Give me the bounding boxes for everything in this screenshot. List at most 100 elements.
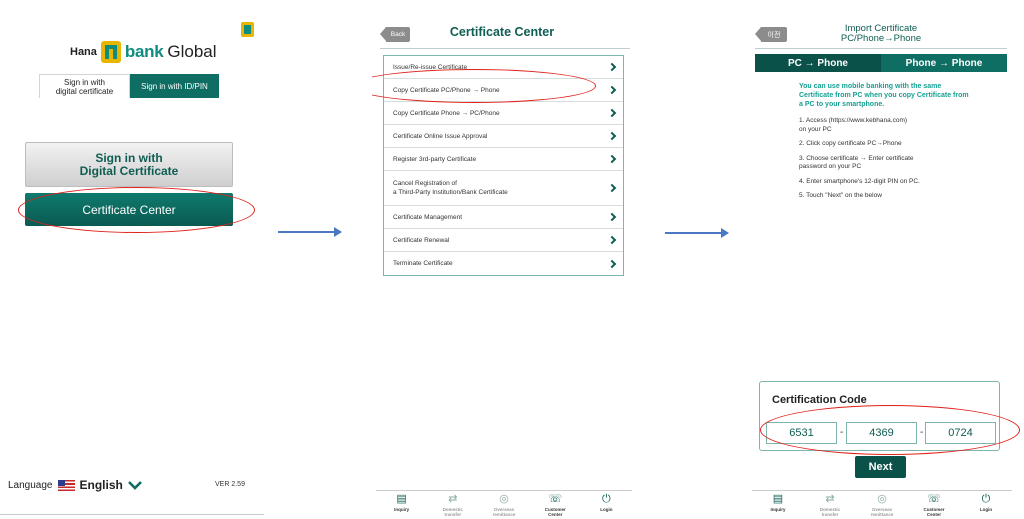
step-item: 5. Touch "Next" on the below [799, 192, 882, 199]
menu-item-online-approval[interactable]: Certificate Online Issue Approval [384, 125, 623, 148]
header-divider [755, 48, 1007, 49]
page-title: Import Certificate PC/Phone→Phone [812, 24, 950, 44]
flow-arrow-1 [278, 227, 342, 237]
nav-label: Domestic transfer [819, 507, 841, 517]
certificate-menu: Issue/Re-issue Certificate Copy Certific… [383, 55, 624, 276]
certificate-center-screen: Back Certificate Center Issue/Re-issue C… [372, 0, 636, 519]
menu-item-management[interactable]: Certificate Management [384, 206, 623, 229]
login-screen: Hana bank Global Sign in with digital ce… [0, 0, 264, 519]
chevron-right-icon [607, 259, 617, 268]
power-icon: ⏻ [602, 493, 611, 505]
flow-arrow-2 [665, 228, 729, 238]
step-item: 2. Click copy certificate PC→Phone [799, 140, 902, 147]
customer-center-icon: ☏ [548, 493, 563, 505]
menu-item-issue[interactable]: Issue/Re-issue Certificate [384, 56, 623, 79]
menu-item-terminate[interactable]: Terminate Certificate [384, 252, 623, 275]
menu-item-cancel-registration[interactable]: Cancel Registration of a Third-Party Ins… [384, 171, 623, 206]
language-label: Language [8, 479, 53, 491]
overseas-remittance-icon: ◎ [877, 493, 887, 505]
signin-digital-certificate-button[interactable]: Sign in with Digital Certificate [25, 142, 233, 187]
domestic-transfer-icon: ⇄ [825, 493, 835, 505]
menu-item-copy-pc-to-phone[interactable]: Copy Certificate PC/Phone → Phone [384, 79, 623, 102]
nav-item-customer-center[interactable]: ☏ Customer Center [908, 491, 960, 519]
code-separator: - [920, 427, 924, 438]
certification-code-title: Certification Code [772, 394, 867, 406]
title-line-2: PC/Phone→Phone [840, 33, 922, 44]
direction-segment: PC → Phone Phone → Phone [755, 54, 1007, 72]
menu-item-label: Copy Certificate Phone → PC/Phone [393, 109, 500, 117]
chevron-right-icon [607, 131, 617, 141]
bottom-navigation: ▤ Inquiry ⇄ Domestic transfer ◎ Overseas re… [752, 490, 1012, 519]
nav-item-overseas-remittance[interactable]: ◎ Overseas remittance [856, 491, 908, 519]
us-flag-icon [57, 479, 75, 491]
instructions-intro: You can use mobile banking with the same… [799, 83, 969, 108]
nav-item-login[interactable]: ⏻ Login [960, 491, 1012, 519]
chevron-down-icon[interactable] [127, 480, 142, 490]
code-field-2[interactable]: 4369 [846, 422, 917, 444]
chevron-right-icon [607, 154, 617, 164]
menu-item-copy-phone-to-pc[interactable]: Copy Certificate Phone → PC/Phone [384, 102, 623, 125]
certification-code-panel: Certification Code 6531 - 4369 - 0724 [759, 381, 1000, 451]
nav-label: Domestic transfer [442, 507, 463, 517]
menu-item-label: Certificate Renewal [393, 236, 450, 244]
signin-tabs: Sign in with digital certificate Sign in… [39, 74, 219, 98]
step-item: 3. Choose certificate → Enter certificat… [799, 154, 914, 171]
nav-label: Customer Center [544, 507, 566, 517]
nav-label: Overseas remittance [870, 507, 894, 517]
nav-item-login[interactable]: ⏻ Login [581, 491, 632, 519]
tab-pc-to-phone[interactable]: PC → Phone [755, 54, 881, 72]
nav-label: Inquiry [770, 507, 786, 512]
nav-label: Inquiry [394, 507, 410, 512]
nav-item-overseas-remittance[interactable]: ◎ Overseas remittance [478, 491, 529, 519]
tab-digital-certificate[interactable]: Sign in with digital certificate [39, 74, 130, 98]
language-value: English [79, 478, 123, 492]
nav-label: Customer Center [923, 507, 945, 517]
page-title: Certificate Center [449, 25, 555, 39]
menu-item-register-3rd-party[interactable]: Register 3rd-party Certificate [384, 148, 623, 171]
instruction-steps: 1. Access (https://www.kebhana.com) on y… [799, 117, 979, 207]
hana-corner-logo-icon [241, 22, 254, 37]
brand-logo: Hana bank Global [70, 40, 217, 64]
code-field-3[interactable]: 0724 [925, 422, 996, 444]
menu-item-renewal[interactable]: Certificate Renewal [384, 229, 623, 252]
nav-item-domestic-transfer[interactable]: ⇄ Domestic transfer [804, 491, 856, 519]
step-item: 1. Access (https://www.kebhana.com) on y… [799, 117, 908, 133]
next-button[interactable]: Next [855, 456, 906, 478]
chevron-right-icon [607, 183, 617, 193]
chevron-right-icon [607, 108, 617, 118]
nav-item-customer-center[interactable]: ☏ Customer Center [530, 491, 581, 519]
divider [0, 514, 264, 515]
code-field-1[interactable]: 6531 [766, 422, 837, 444]
hana-logo-icon [100, 41, 121, 63]
menu-item-label: Cancel Registration of a Third-Party Ins… [393, 180, 508, 196]
chevron-right-icon [607, 235, 617, 245]
nav-label: Login [979, 507, 993, 512]
tab-id-pin[interactable]: Sign in with ID/PIN [130, 74, 219, 98]
chevron-right-icon [607, 212, 617, 222]
language-selector[interactable]: Language English [8, 478, 142, 492]
menu-item-label: Register 3rd-party Certificate [393, 155, 477, 163]
nav-label: Login [600, 507, 613, 512]
nav-item-inquiry[interactable]: ▤ Inquiry [376, 491, 427, 519]
brand-global-text: Global [167, 42, 217, 61]
menu-item-label: Terminate Certificate [393, 260, 453, 267]
certificate-center-button[interactable]: Certificate Center [25, 193, 233, 226]
version-label: VER 2.59 [215, 481, 245, 488]
nav-item-domestic-transfer[interactable]: ⇄ Domestic transfer [427, 491, 478, 519]
back-button[interactable]: Back [380, 27, 410, 42]
inquiry-icon: ▤ [772, 493, 784, 505]
import-certificate-screen: 이전 Import Certificate PC/Phone→Phone PC … [752, 0, 1024, 519]
menu-item-label: Certificate Management [393, 213, 463, 221]
chevron-right-icon [607, 85, 617, 95]
brand-hana-text: Hana [70, 46, 97, 58]
back-button[interactable]: 이전 [755, 27, 787, 42]
nav-item-inquiry[interactable]: ▤ Inquiry [752, 491, 804, 519]
step-item: 4. Enter smartphone's 12-digit PIN on PC… [799, 177, 920, 185]
menu-item-label: Certificate Online Issue Approval [393, 132, 488, 140]
tab-phone-to-phone[interactable]: Phone → Phone [881, 54, 1007, 72]
menu-item-label: Copy Certificate PC/Phone → Phone [393, 86, 500, 94]
menu-item-label: Issue/Re-issue Certificate [393, 63, 468, 71]
customer-center-icon: ☏ [927, 493, 941, 505]
power-icon: ⏻ [981, 493, 991, 505]
inquiry-icon: ▤ [396, 493, 407, 505]
